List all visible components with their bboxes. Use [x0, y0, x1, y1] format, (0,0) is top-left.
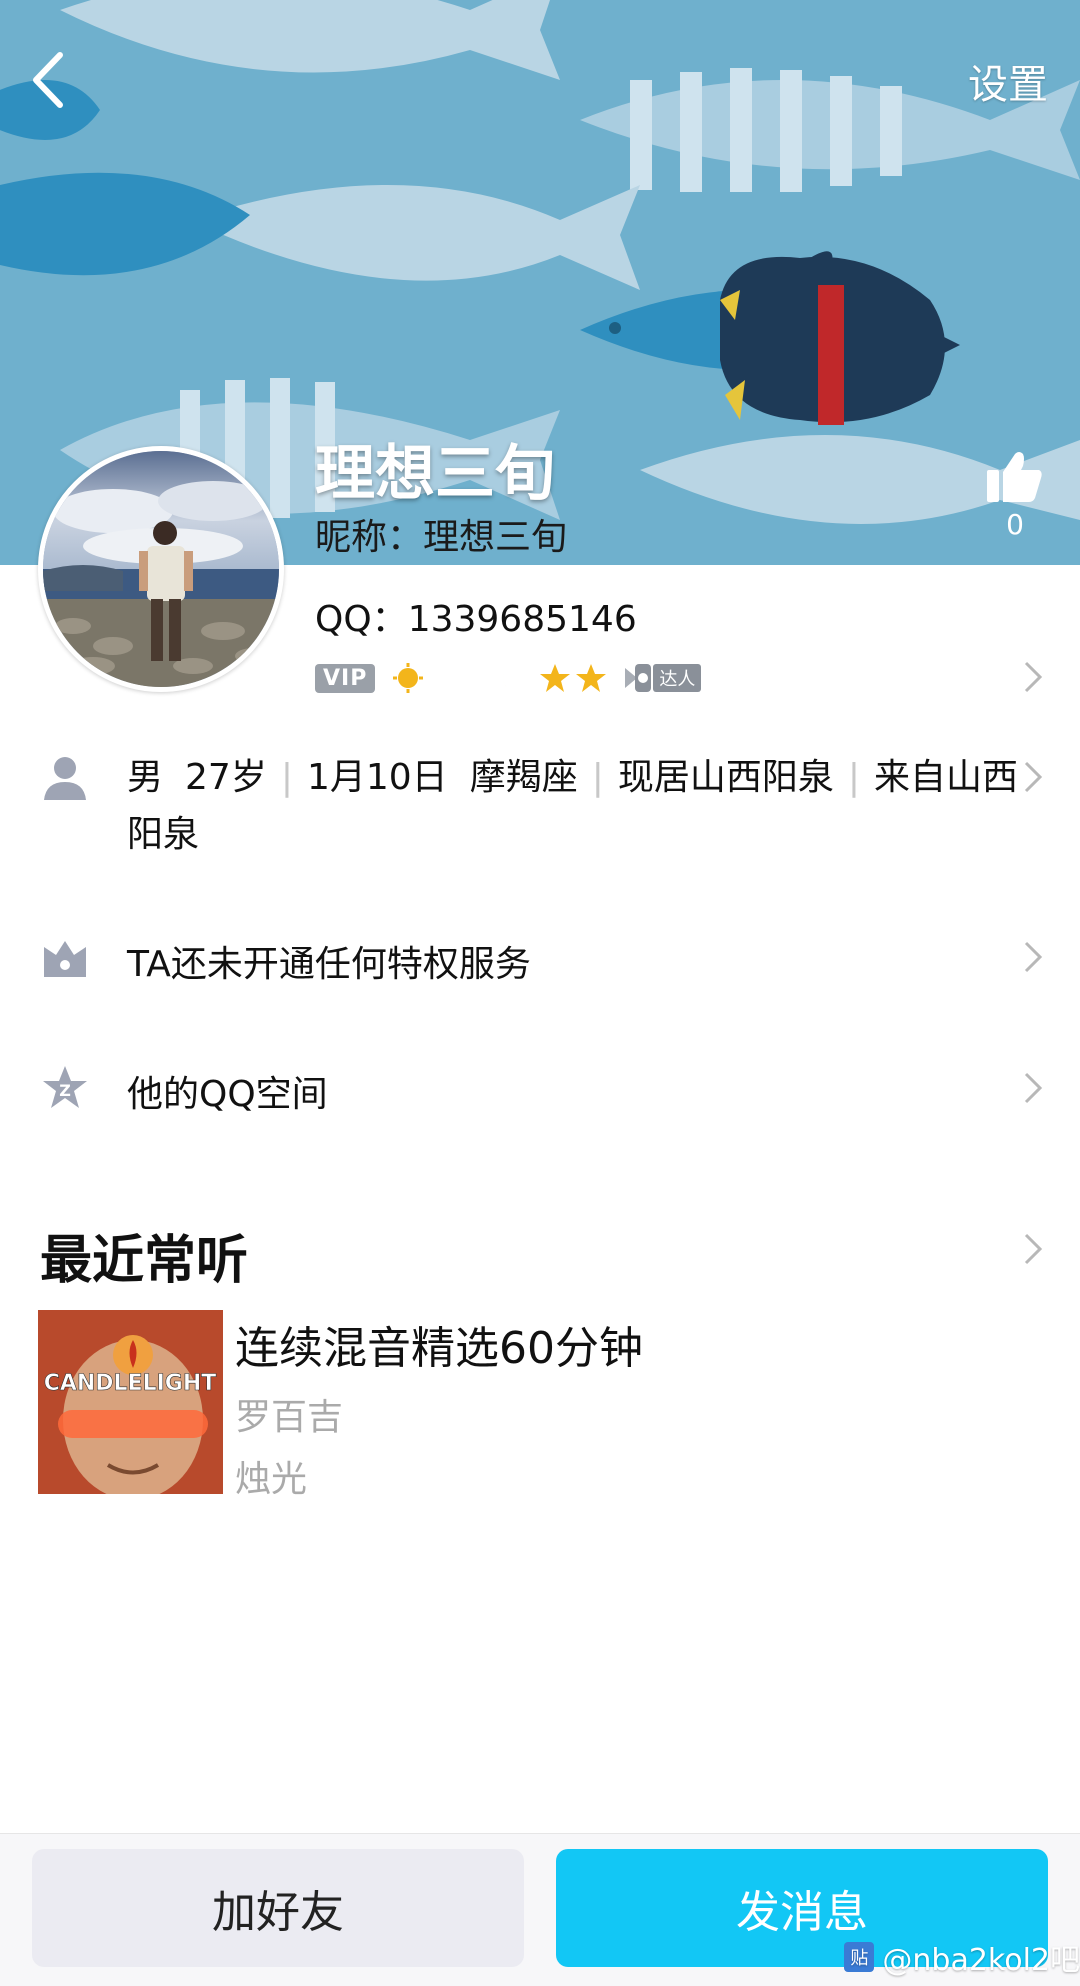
album-art: CANDLELIGHT [38, 1310, 223, 1494]
qq-label: QQ： [315, 599, 408, 640]
song-album: 烛光 [235, 1459, 308, 1500]
level-badges[interactable]: VIP 达人 [315, 658, 702, 698]
avatar[interactable] [38, 446, 284, 692]
divider: | [280, 757, 293, 798]
chevron-right-icon[interactable] [1022, 939, 1044, 975]
chevron-right-icon[interactable] [1022, 1231, 1044, 1267]
watermark: 贴 @nba2kol2吧 [844, 1935, 1080, 1979]
nickname-value: 理想三旬 [423, 517, 568, 558]
like-button[interactable]: 0 [980, 448, 1050, 541]
add-friend-button[interactable]: 加好友 [32, 1849, 524, 1967]
vip-badge: VIP [315, 663, 376, 693]
person-icon [44, 757, 86, 800]
profile-display-name: 理想三旬 [315, 439, 555, 509]
crown-icon [44, 941, 86, 977]
nickname-row: 昵称：理想三旬 [315, 508, 567, 560]
like-count: 0 [1006, 508, 1024, 541]
avatar-photo [43, 451, 279, 687]
qzone-star-icon: Z [43, 1066, 87, 1108]
qq-number: 1339685146 [407, 599, 637, 640]
talent-badge: 达人 [653, 664, 702, 692]
qzone-row[interactable]: 他的QQ空间 [127, 1065, 328, 1117]
back-arrow-icon[interactable] [20, 45, 80, 115]
chevron-right-icon[interactable] [1022, 1070, 1044, 1106]
divider: | [591, 757, 604, 798]
chevron-right-icon[interactable] [1022, 759, 1044, 795]
chevron-right-icon[interactable] [1022, 659, 1044, 695]
song-title: 连续混音精选60分钟 [235, 1323, 643, 1374]
qq-number-row: QQ：1339685146 [315, 590, 637, 642]
thumbs-up-icon [987, 452, 1042, 502]
qq-level-icons [393, 663, 607, 693]
age: 27岁 [185, 757, 267, 798]
album-cover[interactable]: CANDLELIGHT [38, 1310, 223, 1494]
divider: | [847, 757, 860, 798]
svg-text:Z: Z [59, 1081, 71, 1100]
album-cover-title: CANDLELIGHT [44, 1371, 217, 1396]
residence: 现居山西阳泉 [617, 757, 834, 798]
privilege-service-row[interactable]: TA还未开通任何特权服务 [127, 935, 531, 987]
song-artist: 罗百吉 [235, 1397, 344, 1438]
settings-button[interactable]: 设置 [968, 52, 1048, 110]
watermark-text: @nba2kol2吧 [882, 1943, 1080, 1978]
talent-wings-icon [625, 664, 652, 692]
gender: 男 [127, 757, 164, 798]
zodiac: 摩羯座 [469, 757, 578, 798]
personal-info[interactable]: 男 27岁 | 1月10日 摩羯座 | 现居山西阳泉 | 来自山西阳泉 [127, 749, 1027, 863]
birthday: 1月10日 [306, 757, 448, 798]
nickname-label: 昵称： [315, 517, 424, 558]
tieba-icon: 贴 [844, 1942, 875, 1972]
recent-listening-title: 最近常听 [40, 1231, 249, 1291]
